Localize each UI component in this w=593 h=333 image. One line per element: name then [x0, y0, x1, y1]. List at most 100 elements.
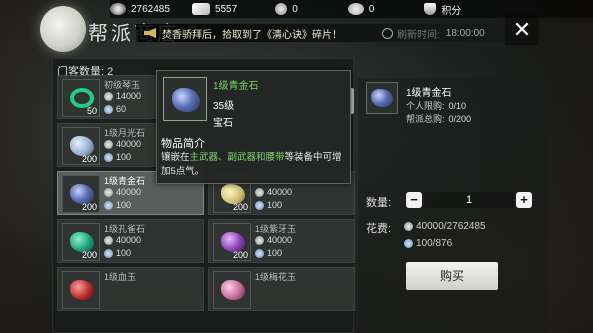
contribution-icon	[104, 104, 113, 114]
tooltip-level: 35级	[213, 101, 235, 112]
quantity-field[interactable]: 1	[424, 192, 514, 208]
shop-item-5[interactable]: 200 1级孔雀石 40000 100	[57, 219, 204, 263]
contribution-icon	[104, 248, 113, 258]
notice-ribbon: 焚香骄拜后，拾取到了《清心诀》碎片！ 刷新时间: 18:00:00	[136, 24, 556, 42]
item-thumb: 200	[213, 223, 251, 261]
item-points: 100	[104, 152, 131, 162]
item-name: 1级梅花玉	[255, 272, 297, 282]
gang-limit-label: 帮派总购:	[406, 114, 445, 124]
tooltip-type: 宝石	[213, 118, 233, 129]
refresh-time: 18:00:00	[445, 27, 485, 39]
item-price: 40000	[104, 187, 141, 197]
item-price-value: 40000	[116, 187, 142, 197]
item-points: 60	[104, 104, 126, 114]
malachite-icon	[70, 232, 94, 252]
item-qty: 200	[232, 250, 248, 260]
shop-item-7[interactable]: 1级血玉	[57, 267, 204, 311]
silver-coin-icon	[104, 187, 113, 197]
contribution-icon	[104, 152, 113, 162]
lapis-icon	[70, 184, 94, 204]
item-thumb: 200	[62, 223, 100, 261]
leaf-resource: 0	[275, 3, 298, 15]
item-price-value: 40000	[116, 139, 142, 149]
detail-thumb	[366, 82, 398, 114]
tooltip-thumb	[163, 77, 207, 121]
item-points-value: 100	[267, 248, 283, 258]
item-name: 1级青金石	[104, 176, 146, 186]
points-resource[interactable]: 积分	[424, 2, 461, 17]
contribution-icon	[255, 200, 264, 210]
plum-jade-icon	[221, 280, 245, 300]
moon-emblem-icon	[40, 6, 86, 52]
item-name: 1级孔雀石	[104, 224, 146, 234]
amethyst-icon	[221, 232, 245, 252]
item-points-value: 100	[267, 200, 283, 210]
item-price: 40000	[255, 235, 292, 245]
item-price-value: 40000	[267, 187, 293, 197]
personal-limit-label: 个人限购:	[406, 101, 445, 111]
cost-label: 花费:	[366, 223, 392, 235]
cost-silver: 40000/2762485	[404, 221, 486, 232]
item-points-value: 100	[116, 200, 132, 210]
item-thumb: 200	[62, 127, 100, 165]
moonstone-icon	[70, 136, 94, 156]
item-thumb: 50	[62, 79, 100, 117]
item-points: 100	[104, 200, 131, 210]
item-points: 100	[255, 200, 282, 210]
quantity-label: 数量:	[366, 197, 392, 209]
item-points-value: 60	[116, 104, 127, 114]
silver-coin-icon	[104, 139, 113, 149]
topaz-icon	[221, 184, 245, 204]
item-name: 1级紫牙玉	[255, 224, 297, 234]
lapis-icon	[371, 89, 393, 107]
gem-resource: 5557	[191, 3, 237, 15]
notice-text: 焚香骄拜后，拾取到了《清心诀》碎片！	[162, 29, 342, 41]
silver-coin-icon	[404, 222, 413, 231]
shop-item-8[interactable]: 1级梅花玉	[208, 267, 355, 311]
shield-icon	[424, 3, 437, 15]
cost-silver-value: 40000/2762485	[416, 221, 486, 232]
ingot-icon	[191, 3, 210, 15]
detail-item-name: 1级青金石	[406, 88, 452, 99]
tooltip-description: 镶嵌在主武器、副武器和腰带等装备中可增加5点气。	[161, 151, 347, 179]
close-button[interactable]: ✕	[505, 15, 539, 45]
quantity-plus-button[interactable]: +	[516, 192, 532, 208]
buy-button[interactable]: 购买	[406, 262, 498, 290]
blood-jade-icon	[70, 280, 94, 300]
item-thumb	[213, 271, 251, 309]
personal-limit: 个人限购: 0/10	[406, 99, 466, 112]
item-name: 1级血玉	[104, 272, 137, 282]
item-qty: 200	[81, 202, 97, 212]
item-qty: 200	[81, 154, 97, 164]
item-points-value: 100	[116, 248, 132, 258]
item-thumb: 200	[62, 175, 100, 213]
quantity-minus-button[interactable]: −	[406, 192, 422, 208]
ticket-icon	[347, 3, 364, 15]
item-price-value: 40000	[267, 235, 293, 245]
shop-item-6[interactable]: 200 1级紫牙玉 40000 100	[208, 219, 355, 263]
tooltip-desc-title: 物品简介	[161, 138, 205, 150]
cost-points-value: 100/876	[416, 238, 453, 249]
item-price-value: 40000	[116, 235, 142, 245]
silver-coin-icon	[255, 187, 264, 197]
contribution-icon	[404, 239, 413, 248]
silver-value: 2762485	[131, 3, 170, 15]
silver-coin-icon	[104, 235, 113, 245]
personal-limit-value: 0/10	[448, 101, 467, 111]
clock-icon	[382, 27, 393, 39]
item-price: 40000	[104, 139, 141, 149]
item-price-value: 14000	[116, 91, 142, 101]
item-name: 初级琴玉	[104, 80, 141, 90]
silver-coin-icon	[110, 3, 126, 15]
cost-points: 100/876	[404, 238, 452, 249]
silver-coin-icon	[104, 91, 113, 101]
silver-resource: 2762485	[110, 3, 170, 15]
item-thumb	[62, 271, 100, 309]
ticket-resource: 0	[347, 3, 374, 15]
item-name: 1级月光石	[104, 128, 146, 138]
item-price: 40000	[255, 187, 292, 197]
horn-icon	[144, 28, 156, 38]
item-tooltip: 1级青金石 35级 宝石 物品简介 镶嵌在主武器、副武器和腰带等装备中可增加5点…	[156, 70, 351, 184]
points-label: 积分	[441, 5, 462, 17]
gang-limit: 帮派总购: 0/200	[406, 112, 471, 125]
